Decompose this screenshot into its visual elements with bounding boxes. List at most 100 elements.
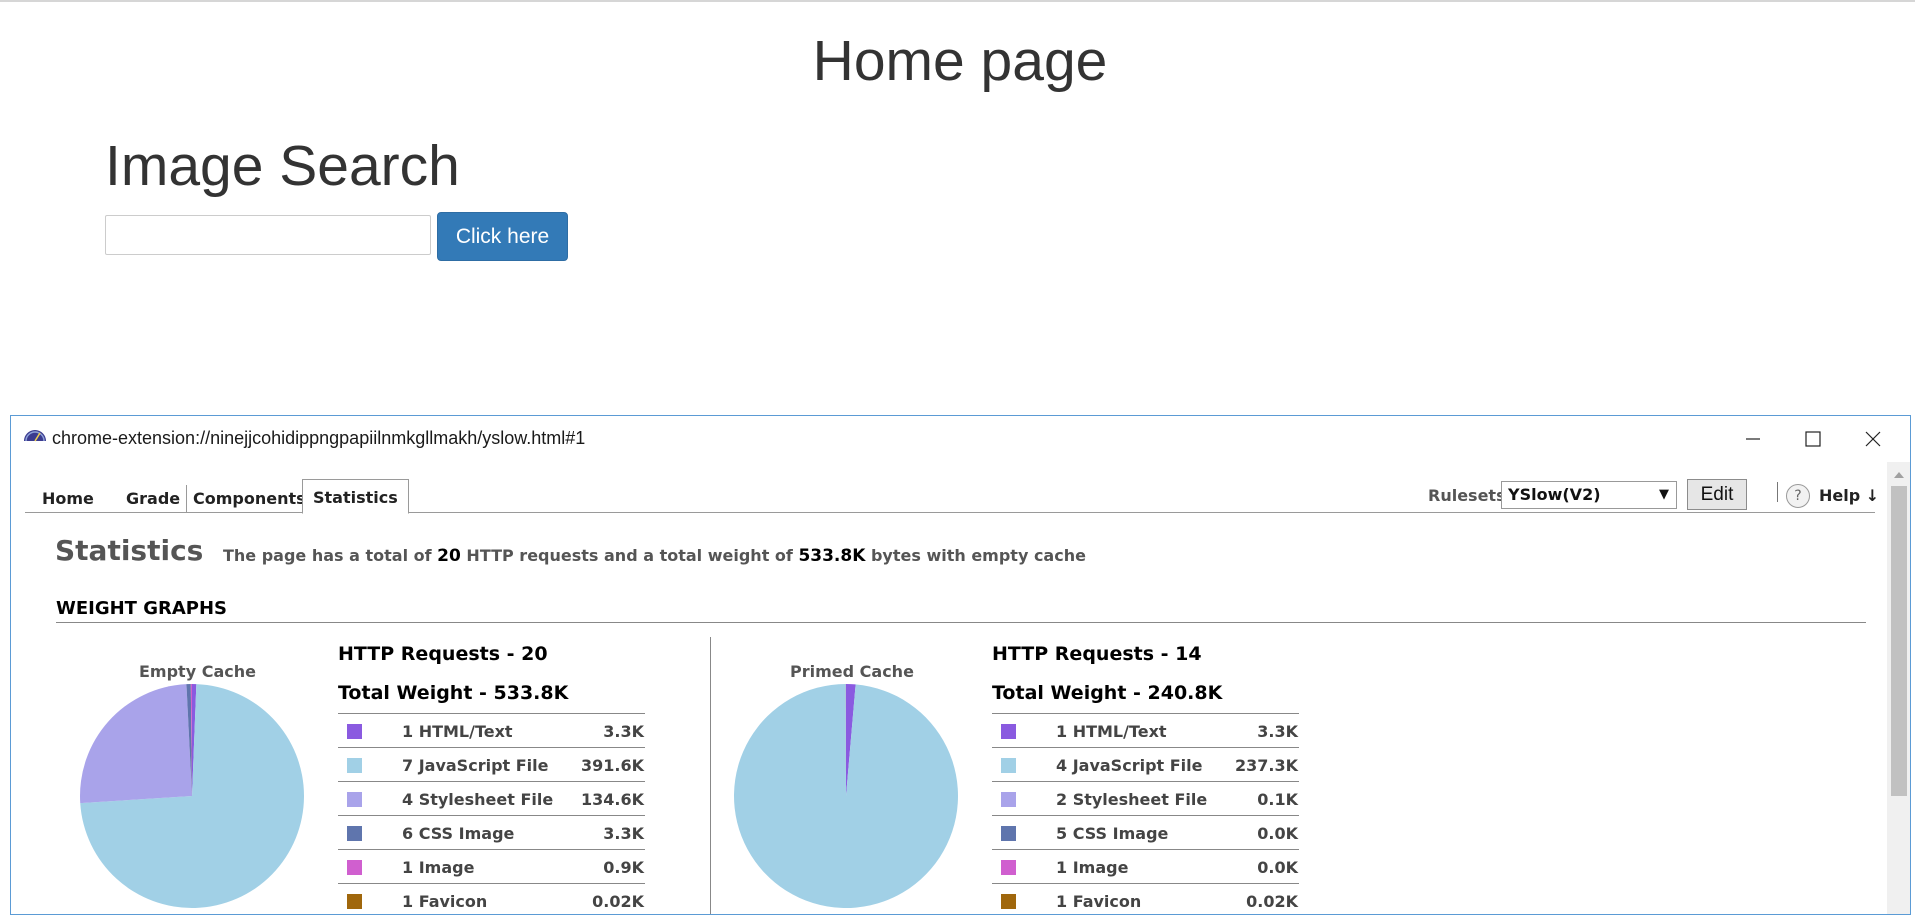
primed-cache-weight-title: Total Weight - 240.8K [992,682,1223,704]
component-row: 7 JavaScript File 391.6K [338,748,645,782]
component-label: 4 JavaScript File [1056,756,1203,775]
component-label: 6 CSS Image [402,824,515,843]
component-row: 1 HTML/Text 3.3K [992,714,1299,748]
pie-slice [80,684,192,804]
statistics-summary: The page has a total of 20 HTTP requests… [223,546,1086,566]
statistics-heading: Statistics [55,534,204,567]
yslow-speedometer-icon [24,430,46,442]
component-weight: 0.02K [592,892,644,911]
help-link[interactable]: Help ↓ [1819,486,1879,505]
tab-statistics[interactable]: Statistics [302,479,409,514]
click-here-button[interactable]: Click here [437,212,568,261]
yslow-window: chrome-extension://ninejjcohidippngpapii… [10,415,1911,915]
component-label: 1 HTML/Text [1056,722,1167,741]
vertical-scrollbar[interactable] [1887,462,1910,914]
legend-swatch [1001,826,1016,841]
empty-cache-requests-title: HTTP Requests - 20 [338,643,548,665]
ruleset-selected-value: YSlow(V2) [1508,485,1601,504]
search-input[interactable] [105,215,431,255]
empty-cache-label: Empty Cache [139,662,256,681]
component-weight: 0.02K [1246,892,1298,911]
primed-cache-label: Primed Cache [790,662,914,681]
window-title: chrome-extension://ninejjcohidippngpapii… [52,428,586,448]
window-titlebar[interactable]: chrome-extension://ninejjcohidippngpapii… [11,416,1910,462]
close-button[interactable] [1843,416,1903,462]
tab-grade[interactable]: Grade [120,485,186,513]
scroll-up-arrow-icon[interactable] [1887,466,1910,484]
component-label: 5 CSS Image [1056,824,1169,843]
minimize-button[interactable] [1723,416,1783,462]
legend-swatch [1001,758,1016,773]
component-label: 2 Stylesheet File [1056,790,1208,809]
summary-text-a: The page has a total of [223,546,432,565]
component-label: 1 Favicon [1056,892,1142,911]
component-row: 2 Stylesheet File 0.1K [992,782,1299,816]
component-label: 4 Stylesheet File [402,790,554,809]
primed-cache-requests-title: HTTP Requests - 14 [992,643,1202,665]
legend-swatch [347,792,362,807]
weight-graphs-heading: WEIGHT GRAPHS [56,598,228,619]
page-title: Home page [812,29,1108,93]
minimize-icon [1746,438,1760,440]
component-weight: 0.0K [1257,858,1298,877]
empty-cache-pie-chart [80,684,304,908]
component-weight: 0.1K [1257,790,1298,809]
component-label: 1 HTML/Text [402,722,513,741]
primed-cache-pie-chart [734,684,958,908]
component-row: 4 Stylesheet File 134.6K [338,782,645,816]
tab-components[interactable]: Components [186,485,312,513]
component-row: 1 Image 0.9K [338,850,645,884]
component-label: 1 Favicon [402,892,488,911]
empty-cache-components-table: 1 HTML/Text 3.3K 7 JavaScript File 391.6K 4 … [338,713,645,914]
component-label: 1 Image [402,858,475,877]
component-weight: 391.6K [580,756,644,775]
close-icon [1865,431,1881,447]
summary-requests: 20 [437,546,461,566]
yslow-panel: Home Grade Components Statistics Ruleset… [25,462,1887,914]
rulesets-label: Rulesets [1428,486,1506,505]
edit-button[interactable]: Edit [1687,479,1747,510]
scrollbar-thumb[interactable] [1891,486,1907,796]
legend-swatch [347,860,362,875]
column-divider [710,637,711,914]
component-weight: 0.9K [603,858,644,877]
summary-text-c: bytes with empty cache [870,546,1086,565]
component-row: 5 CSS Image 0.0K [992,816,1299,850]
component-weight: 3.3K [603,722,644,741]
component-row: 1 Favicon 0.02K [992,884,1299,914]
legend-swatch [347,826,362,841]
tab-home[interactable]: Home [36,485,100,513]
help-icon[interactable]: ? [1786,484,1810,508]
maximize-icon [1805,431,1821,447]
component-row: 6 CSS Image 3.3K [338,816,645,850]
legend-swatch [1001,860,1016,875]
dropdown-arrow-icon: ▼ [1659,487,1669,502]
component-weight: 0.0K [1257,824,1298,843]
component-label: 1 Image [1056,858,1129,877]
weight-graphs-rule [56,622,1866,623]
ruleset-select[interactable]: YSlow(V2) ▼ [1501,481,1677,509]
maximize-button[interactable] [1783,416,1843,462]
browser-top-border [0,0,1915,4]
empty-cache-weight-title: Total Weight - 533.8K [338,682,569,704]
component-weight: 3.3K [603,824,644,843]
component-row: 1 Image 0.0K [992,850,1299,884]
summary-text-b: HTTP requests and a total weight of [466,546,793,565]
legend-swatch [347,894,362,909]
component-label: 7 JavaScript File [402,756,549,775]
summary-weight: 533.8K [798,546,866,566]
image-search-heading: Image Search [105,134,460,198]
legend-swatch [1001,724,1016,739]
legend-swatch [1001,894,1016,909]
legend-swatch [347,724,362,739]
primed-cache-components-table: 1 HTML/Text 3.3K 4 JavaScript File 237.3K 2 … [992,713,1299,914]
component-row: 4 JavaScript File 237.3K [992,748,1299,782]
toolbar-separator [1777,482,1778,502]
legend-swatch [347,758,362,773]
component-row: 1 Favicon 0.02K [338,884,645,914]
component-row: 1 HTML/Text 3.3K [338,714,645,748]
legend-swatch [1001,792,1016,807]
component-weight: 3.3K [1257,722,1298,741]
component-weight: 237.3K [1234,756,1298,775]
component-weight: 134.6K [580,790,644,809]
